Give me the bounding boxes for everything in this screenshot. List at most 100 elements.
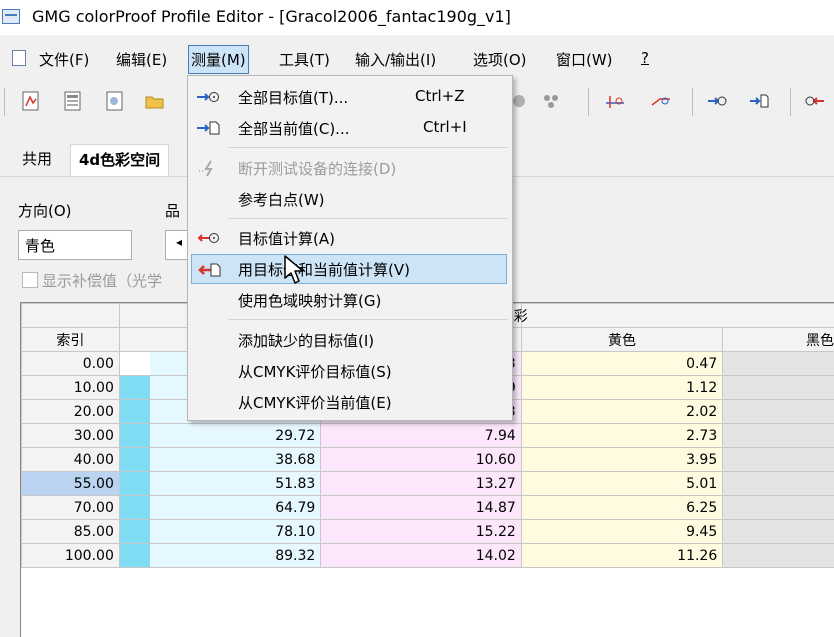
target-calc-menu-icon bbox=[195, 229, 223, 247]
menu-item-gamut-mapping[interactable]: 使用色域映射计算(G) bbox=[191, 285, 507, 315]
title-bar: GMG colorProof Profile Editor - [Gracol2… bbox=[0, 0, 834, 35]
current-all-icon[interactable] bbox=[748, 90, 770, 112]
menu-item-reference-white[interactable]: 参考白点(W) bbox=[191, 184, 507, 214]
cyan-swatch bbox=[120, 496, 150, 519]
cell-black[interactable] bbox=[723, 448, 834, 472]
row-index[interactable]: 20.00 bbox=[22, 400, 120, 424]
target-calc-icon[interactable] bbox=[804, 90, 826, 112]
cell-cyan[interactable]: 78.10 bbox=[119, 520, 320, 544]
cell-cyan[interactable]: 64.79 bbox=[119, 496, 320, 520]
show-compensation-checkbox[interactable] bbox=[22, 272, 38, 288]
group-header: 色彩 bbox=[521, 304, 834, 328]
cell-yellow[interactable]: 5.01 bbox=[521, 472, 722, 496]
curve-edit-icon[interactable] bbox=[650, 90, 672, 112]
toolbar-separator bbox=[588, 88, 589, 116]
arrow-left-icon: ◂ bbox=[176, 235, 182, 249]
cell-yellow[interactable]: 6.25 bbox=[521, 496, 722, 520]
col-yellow[interactable]: 黄色 bbox=[521, 328, 722, 352]
row-index[interactable]: 30.00 bbox=[22, 424, 120, 448]
menu-tools[interactable]: 工具(T) bbox=[276, 47, 333, 72]
menu-file[interactable]: 文件(F) bbox=[36, 47, 92, 72]
current-arrow-icon bbox=[195, 119, 223, 137]
tab-4d-color-space[interactable]: 4d色彩空间 bbox=[70, 144, 169, 176]
table-row[interactable]: 100.0089.3214.0211.26 bbox=[22, 544, 834, 568]
document-icon[interactable] bbox=[12, 50, 26, 66]
menu-item-all-current[interactable]: 全部当前值(C)... Ctrl+I bbox=[191, 113, 507, 143]
cell-magenta[interactable]: 14.02 bbox=[321, 544, 521, 568]
device-icon[interactable] bbox=[540, 90, 562, 112]
mouse-cursor-icon bbox=[284, 255, 306, 289]
target-arrow-icon bbox=[195, 88, 223, 106]
curve-point-icon[interactable] bbox=[604, 90, 626, 112]
cell-cyan[interactable]: 51.83 bbox=[119, 472, 320, 496]
row-index[interactable]: 55.00 bbox=[22, 472, 120, 496]
cell-yellow[interactable]: 3.95 bbox=[521, 448, 722, 472]
cell-black[interactable] bbox=[723, 352, 834, 376]
open-folder-icon[interactable] bbox=[144, 90, 166, 112]
menu-item-cmyk-target[interactable]: 从CMYK评价目标值(S) bbox=[191, 356, 507, 386]
col-black[interactable]: 黑色 bbox=[723, 328, 834, 352]
cell-magenta[interactable]: 13.27 bbox=[321, 472, 521, 496]
cell-magenta[interactable]: 15.22 bbox=[321, 520, 521, 544]
table-row[interactable]: 30.0029.727.942.73 bbox=[22, 424, 834, 448]
menu-item-calc-target-current[interactable]: 用目标值和当前值计算(V) bbox=[191, 254, 507, 284]
cell-black[interactable] bbox=[723, 400, 834, 424]
cell-black[interactable] bbox=[723, 544, 834, 568]
show-compensation-label: 显示补偿值（光学 bbox=[42, 270, 162, 291]
cell-yellow[interactable]: 9.45 bbox=[521, 520, 722, 544]
table-row[interactable]: 85.0078.1015.229.45 bbox=[22, 520, 834, 544]
profile-icon[interactable] bbox=[104, 90, 126, 112]
table-row[interactable]: 55.0051.8313.275.01 bbox=[22, 472, 834, 496]
table-icon[interactable] bbox=[62, 90, 84, 112]
cell-magenta[interactable]: 7.94 bbox=[321, 424, 521, 448]
tab-common[interactable]: 共用 bbox=[14, 144, 60, 175]
menu-window[interactable]: 窗口(W) bbox=[553, 47, 616, 72]
menu-item-cmyk-current[interactable]: 从CMYK评价当前值(E) bbox=[191, 387, 507, 417]
cyan-swatch bbox=[120, 424, 150, 447]
cell-yellow[interactable]: 0.47 bbox=[521, 352, 722, 376]
chevron-down-icon: ⌵ bbox=[25, 235, 123, 250]
target-all-icon[interactable] bbox=[706, 90, 728, 112]
row-index[interactable]: 85.00 bbox=[22, 520, 120, 544]
menu-help[interactable]: ? bbox=[638, 47, 652, 69]
row-index[interactable]: 0.00 bbox=[22, 352, 120, 376]
menu-bar: 文件(F) 编辑(E) 测量(M) 工具(T) 输入/输出(I) 选项(O) 窗… bbox=[0, 42, 834, 74]
row-index[interactable]: 100.00 bbox=[22, 544, 120, 568]
cell-yellow[interactable]: 2.02 bbox=[521, 400, 722, 424]
cell-black[interactable] bbox=[723, 424, 834, 448]
cyan-swatch bbox=[120, 448, 150, 471]
direction-select[interactable]: 青色 ⌵ bbox=[18, 230, 132, 260]
menu-separator-2 bbox=[228, 218, 508, 219]
menu-item-all-target[interactable]: 全部目标值(T)... Ctrl+Z bbox=[191, 82, 507, 112]
row-index[interactable]: 10.00 bbox=[22, 376, 120, 400]
table-row[interactable]: 70.0064.7914.876.25 bbox=[22, 496, 834, 520]
cell-magenta[interactable]: 10.60 bbox=[321, 448, 521, 472]
cell-yellow[interactable]: 11.26 bbox=[521, 544, 722, 568]
cell-cyan[interactable]: 38.68 bbox=[119, 448, 320, 472]
measure-dropdown-menu: 全部目标值(T)... Ctrl+Z 全部当前值(C)... Ctrl+I 断开… bbox=[187, 75, 513, 421]
menu-separator-3 bbox=[228, 319, 508, 320]
menu-options[interactable]: 选项(O) bbox=[470, 47, 530, 72]
row-index[interactable]: 40.00 bbox=[22, 448, 120, 472]
cell-black[interactable] bbox=[723, 520, 834, 544]
cell-yellow[interactable]: 1.12 bbox=[521, 376, 722, 400]
table-row[interactable]: 40.0038.6810.603.95 bbox=[22, 448, 834, 472]
cell-magenta[interactable]: 14.87 bbox=[321, 496, 521, 520]
menu-measure[interactable]: 测量(M) bbox=[188, 45, 249, 74]
menu-import-export[interactable]: 输入/输出(I) bbox=[352, 47, 439, 72]
menu-item-target-calc[interactable]: 目标值计算(A) bbox=[191, 223, 507, 253]
cell-yellow[interactable]: 2.73 bbox=[521, 424, 722, 448]
window-title: GMG colorProof Profile Editor - [Gracol2… bbox=[32, 7, 511, 26]
row-index[interactable]: 70.00 bbox=[22, 496, 120, 520]
col-index[interactable]: 索引 bbox=[22, 328, 120, 352]
cell-black[interactable] bbox=[723, 472, 834, 496]
menu-edit[interactable]: 编辑(E) bbox=[113, 47, 170, 72]
app-icon bbox=[2, 9, 20, 24]
new-chart-icon[interactable] bbox=[20, 90, 42, 112]
menu-item-add-missing[interactable]: 添加缺少的目标值(I) bbox=[191, 325, 507, 355]
cell-cyan[interactable]: 29.72 bbox=[119, 424, 320, 448]
toolbar-separator-3 bbox=[790, 88, 791, 116]
cell-cyan[interactable]: 89.32 bbox=[119, 544, 320, 568]
cell-black[interactable] bbox=[723, 496, 834, 520]
cell-black[interactable] bbox=[723, 376, 834, 400]
